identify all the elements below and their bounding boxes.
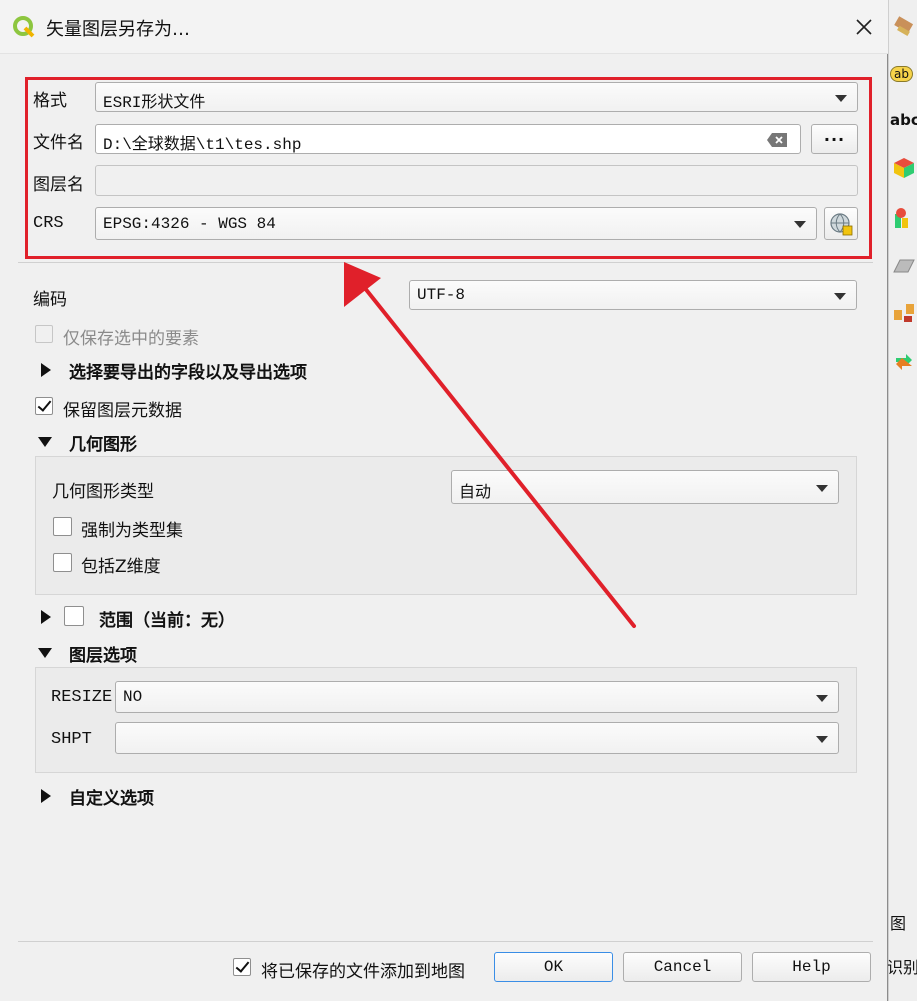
save-selected-only-label: 仅保存选中的要素 bbox=[63, 329, 199, 349]
chevron-down-icon bbox=[834, 293, 846, 300]
label-tool-icon[interactable]: ab bbox=[890, 66, 913, 82]
footer-divider bbox=[18, 941, 873, 942]
keep-metadata-label: 保留图层元数据 bbox=[63, 401, 182, 421]
select-fields-section[interactable]: 选择要导出的字段以及导出选项 bbox=[69, 358, 307, 383]
close-button[interactable] bbox=[846, 10, 882, 44]
save-selected-only-checkbox[interactable] bbox=[35, 325, 53, 343]
mesh-icon[interactable] bbox=[892, 254, 916, 278]
add-to-map-label: 将已保存的文件添加到地图 bbox=[261, 962, 465, 982]
encoding-select[interactable]: UTF-8 bbox=[409, 280, 857, 310]
resize-select[interactable]: NO bbox=[115, 681, 839, 713]
divider bbox=[18, 262, 873, 263]
expand-arrow-icon[interactable] bbox=[41, 789, 51, 803]
chevron-down-icon bbox=[816, 485, 828, 492]
resize-label: RESIZE bbox=[51, 688, 113, 707]
expand-arrow-icon[interactable] bbox=[41, 363, 51, 377]
resize-value: NO bbox=[123, 688, 143, 706]
collapse-arrow-icon[interactable] bbox=[38, 437, 52, 447]
swap-arrows-icon[interactable] bbox=[892, 350, 916, 374]
save-vector-layer-dialog: 矢量图层另存为… 格式 ESRI形状文件 文件名 D:\全球数据\t1\tes.… bbox=[0, 0, 888, 1001]
processing-model-icon[interactable] bbox=[892, 300, 916, 324]
extent-checkbox[interactable] bbox=[64, 606, 84, 626]
label-style-icon[interactable]: abc bbox=[890, 111, 917, 129]
include-z-checkbox[interactable] bbox=[53, 553, 72, 572]
shpt-label: SHPT bbox=[51, 730, 92, 749]
add-to-map-checkbox[interactable] bbox=[233, 958, 251, 976]
side-tab-map[interactable]: 图 bbox=[890, 910, 906, 934]
chevron-down-icon bbox=[816, 695, 828, 702]
extent-section-title[interactable]: 范围（当前：无） bbox=[99, 606, 235, 631]
close-icon bbox=[856, 19, 872, 35]
cube-3d-icon[interactable] bbox=[892, 156, 916, 180]
background-toolbar: ab abc 图 识别 bbox=[887, 0, 917, 1001]
geometry-section-title[interactable]: 几何图形 bbox=[69, 430, 137, 455]
geometry-type-select[interactable]: 自动 bbox=[451, 470, 839, 504]
layer-options-section-title[interactable]: 图层选项 bbox=[69, 641, 137, 666]
custom-options-section[interactable]: 自定义选项 bbox=[69, 784, 154, 809]
collapse-arrow-icon[interactable] bbox=[38, 648, 52, 658]
ok-button[interactable]: OK bbox=[494, 952, 613, 982]
encoding-value: UTF-8 bbox=[417, 286, 466, 304]
paint-tool-icon[interactable] bbox=[892, 16, 916, 40]
geometry-type-label: 几何图形类型 bbox=[52, 482, 154, 502]
diagram-icon[interactable] bbox=[892, 206, 916, 230]
title-bar: 矢量图层另存为… bbox=[0, 0, 888, 54]
keep-metadata-checkbox[interactable] bbox=[35, 397, 53, 415]
qgis-logo-icon bbox=[13, 16, 35, 38]
include-z-label: 包括Z维度 bbox=[81, 557, 161, 577]
highlight-annotation-box bbox=[25, 77, 872, 259]
chevron-down-icon bbox=[816, 736, 828, 743]
force-multi-label: 强制为类型集 bbox=[81, 521, 183, 541]
geometry-type-value: 自动 bbox=[459, 482, 492, 501]
side-tab-identify[interactable]: 识别 bbox=[887, 954, 917, 978]
force-multi-checkbox[interactable] bbox=[53, 517, 72, 536]
expand-arrow-icon[interactable] bbox=[41, 610, 51, 624]
encoding-label: 编码 bbox=[33, 290, 67, 310]
help-button[interactable]: Help bbox=[752, 952, 871, 982]
shpt-select[interactable] bbox=[115, 722, 839, 754]
dialog-title: 矢量图层另存为… bbox=[46, 19, 190, 40]
cancel-button[interactable]: Cancel bbox=[623, 952, 742, 982]
